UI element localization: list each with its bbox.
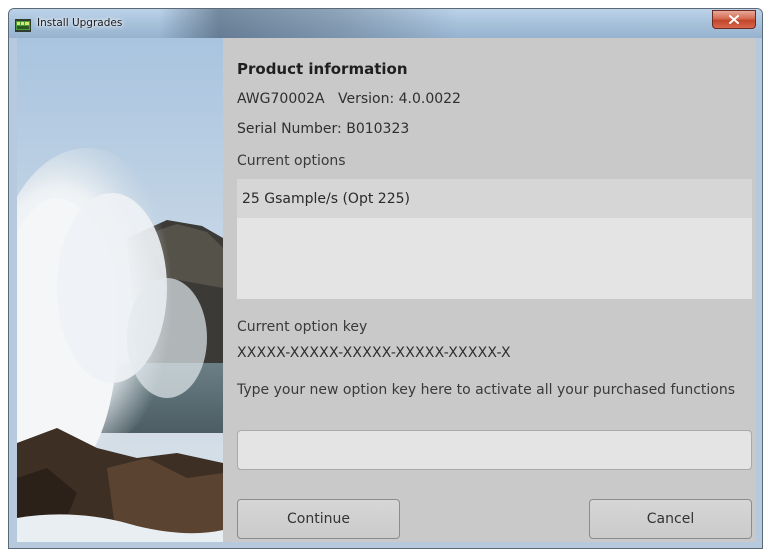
- list-item[interactable]: 25 Gsample/s (Opt 225): [237, 179, 752, 218]
- current-option-key-label: Current option key: [237, 319, 368, 335]
- window-title: Install Upgrades: [37, 17, 123, 29]
- cancel-button[interactable]: Cancel: [589, 499, 752, 539]
- app-window-icon: [15, 17, 31, 32]
- ocean-wave-photo: [17, 38, 223, 542]
- product-info-heading: Product information: [237, 60, 408, 78]
- dialog-client-area: Product information AWG70002A Version: 4…: [17, 38, 756, 542]
- close-button[interactable]: [712, 10, 756, 29]
- close-icon: [729, 15, 739, 24]
- current-options-label: Current options: [237, 153, 346, 169]
- title-bar[interactable]: Install Upgrades: [9, 9, 762, 38]
- new-key-prompt: Type your new option key here to activat…: [237, 382, 735, 398]
- product-info-panel: Product information AWG70002A Version: 4…: [223, 38, 756, 542]
- current-option-key-value: XXXXX-XXXXX-XXXXX-XXXXX-XXXXX-X: [237, 345, 511, 361]
- current-options-list[interactable]: 25 Gsample/s (Opt 225): [237, 179, 752, 299]
- new-option-key-input[interactable]: [237, 430, 752, 470]
- model-version-text: AWG70002A Version: 4.0.0022: [237, 91, 461, 107]
- continue-button[interactable]: Continue: [237, 499, 400, 539]
- serial-number-text: Serial Number: B010323: [237, 121, 410, 137]
- install-upgrades-window: Install Upgrades Product information AWG…: [8, 8, 763, 549]
